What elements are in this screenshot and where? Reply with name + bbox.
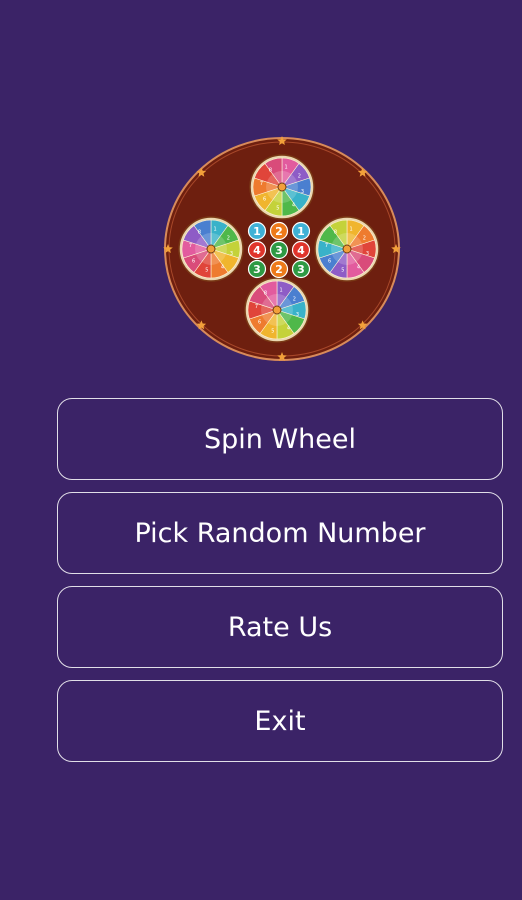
svg-text:1: 1 <box>350 227 353 233</box>
spin-wheel-button[interactable]: Spin Wheel <box>57 398 503 480</box>
rate-us-button[interactable]: Rate Us <box>57 586 503 668</box>
svg-text:7: 7 <box>325 243 328 249</box>
app-logo: 1 2 3 4 5 6 7 8 1 2 3 4 5 6 7 8 1 2 3 4 5 6 7 8 1 2 3 4 5 6 7 8 1 2 1 4 3 4 3 2… <box>163 136 401 361</box>
wheel-icon: 1 2 3 4 5 6 7 8 <box>178 216 244 282</box>
svg-text:2: 2 <box>298 174 301 180</box>
svg-text:1: 1 <box>280 288 283 294</box>
svg-text:1: 1 <box>285 165 288 171</box>
svg-text:8: 8 <box>264 291 267 297</box>
svg-text:4: 4 <box>221 264 224 270</box>
svg-text:5: 5 <box>271 329 274 335</box>
svg-text:5: 5 <box>276 206 279 212</box>
svg-text:4: 4 <box>287 325 290 331</box>
svg-text:1: 1 <box>297 225 305 238</box>
svg-text:3: 3 <box>297 263 305 276</box>
svg-text:8: 8 <box>269 168 272 174</box>
svg-text:2: 2 <box>275 225 283 238</box>
svg-text:6: 6 <box>192 259 195 265</box>
svg-text:4: 4 <box>357 264 360 270</box>
svg-text:7: 7 <box>255 304 258 310</box>
svg-text:6: 6 <box>328 259 331 265</box>
svg-text:3: 3 <box>230 251 233 257</box>
svg-text:3: 3 <box>296 312 299 318</box>
svg-text:1: 1 <box>253 225 261 238</box>
svg-text:4: 4 <box>297 244 305 257</box>
svg-text:6: 6 <box>258 320 261 326</box>
svg-text:7: 7 <box>260 181 263 187</box>
wheel-icon: 1 2 3 4 5 6 7 8 <box>244 277 310 343</box>
pick-random-number-button[interactable]: Pick Random Number <box>57 492 503 574</box>
svg-text:5: 5 <box>205 268 208 274</box>
svg-text:2: 2 <box>293 297 296 303</box>
svg-text:8: 8 <box>334 230 337 236</box>
svg-text:3: 3 <box>301 189 304 195</box>
svg-text:3: 3 <box>253 263 261 276</box>
svg-text:5: 5 <box>341 268 344 274</box>
svg-text:3: 3 <box>275 244 283 257</box>
svg-text:4: 4 <box>253 244 261 257</box>
svg-text:3: 3 <box>366 251 369 257</box>
svg-text:1: 1 <box>214 227 217 233</box>
svg-text:2: 2 <box>363 236 366 242</box>
wheel-icon: 1 2 3 4 5 6 7 8 <box>314 216 380 282</box>
svg-text:2: 2 <box>275 263 283 276</box>
svg-text:8: 8 <box>198 230 201 236</box>
svg-text:2: 2 <box>227 236 230 242</box>
svg-text:4: 4 <box>292 202 295 208</box>
wheel-icon: 1 2 3 4 5 6 7 8 <box>249 154 315 220</box>
svg-text:7: 7 <box>189 243 192 249</box>
exit-button[interactable]: Exit <box>57 680 503 762</box>
svg-text:6: 6 <box>263 197 266 203</box>
